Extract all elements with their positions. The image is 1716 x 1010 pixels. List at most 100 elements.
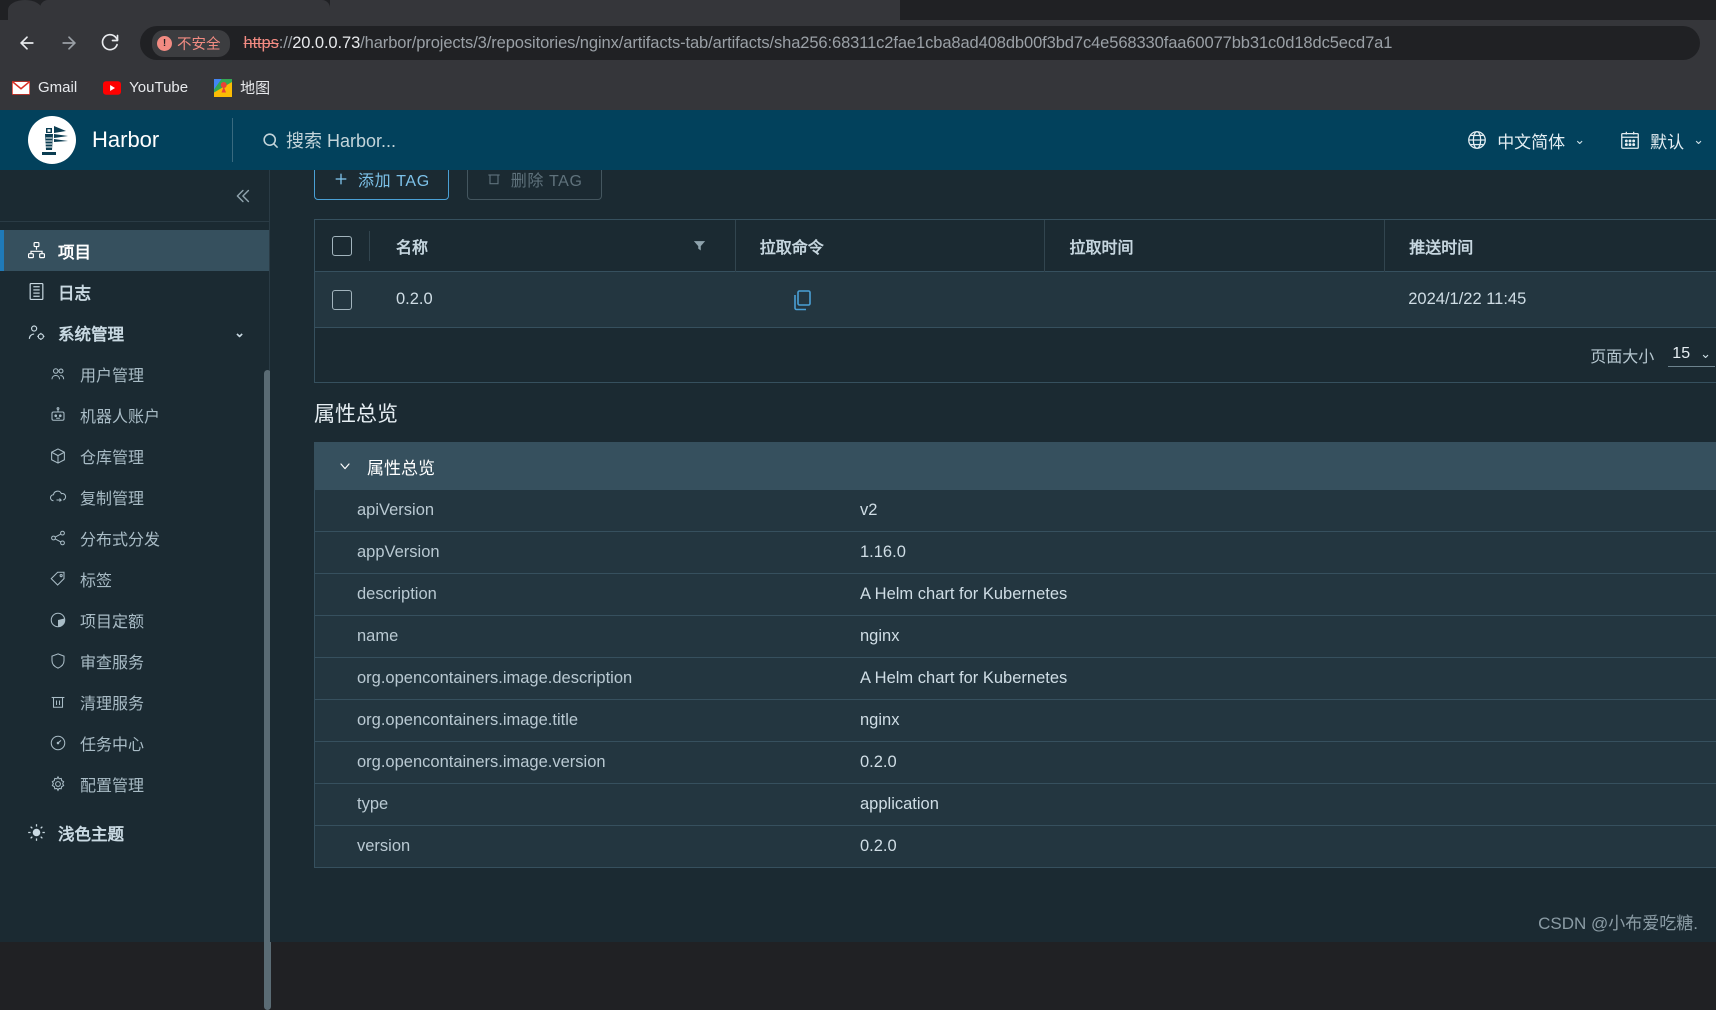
attribute-row: apiVersion v2 [315, 489, 1716, 531]
sidebar-item-job-service-dashboard[interactable]: 任务中心 [0, 722, 269, 763]
page-size-value: 15 [1672, 344, 1691, 362]
attribute-key: org.opencontainers.image.title [357, 711, 579, 729]
sidebar-nav-list: 项目 日志 系统管理 ⌄ 用户管理 机器人账户 仓库管理 复制管理 分布式分发 … [0, 222, 269, 853]
chevron-down-icon: ⌄ [1574, 132, 1586, 147]
back-button[interactable] [12, 28, 42, 58]
sidebar-item-label: 项目定额 [80, 613, 145, 631]
sidebar-item-label: 浅色主题 [58, 825, 124, 844]
sidebar-item-labels[interactable]: 标签 [0, 558, 269, 599]
sidebar-item-label: 系统管理 [58, 325, 124, 344]
plus-icon [333, 171, 349, 187]
reload-button[interactable] [95, 28, 125, 58]
calendar-icon [1619, 129, 1641, 151]
delete-tag-button[interactable]: 删除 TAG [466, 170, 602, 200]
users-icon [48, 364, 68, 384]
attribute-row: org.opencontainers.image.description A H… [315, 657, 1716, 699]
sidebar-item-theme-toggle[interactable]: 浅色主题 [0, 812, 269, 853]
registry-icon [48, 446, 68, 466]
attribute-row: appVersion 1.16.0 [315, 531, 1716, 573]
sidebar-item-garbage-collection[interactable]: 清理服务 [0, 681, 269, 722]
globe-icon [1466, 129, 1488, 151]
attribute-key: org.opencontainers.image.version [357, 753, 606, 771]
gmail-icon [12, 79, 30, 97]
security-status-chip[interactable]: ! 不安全 [152, 29, 230, 57]
browser-tab-active[interactable] [40, 0, 330, 20]
column-header-label: 拉取命令 [759, 239, 824, 257]
row-checkbox-cell [315, 272, 370, 328]
sidebar-item-configuration[interactable]: 配置管理 [0, 763, 269, 804]
forward-button[interactable] [54, 28, 84, 58]
browser-tab-secondary[interactable] [330, 0, 430, 20]
column-header-pull-time[interactable]: 拉取时间 [1044, 219, 1384, 272]
attribute-key: type [357, 795, 389, 813]
url-separator: :// [278, 33, 293, 52]
attribute-value: v2 [860, 501, 878, 519]
sidebar-item-logs[interactable]: 日志 [0, 271, 269, 312]
logs-icon [26, 282, 46, 302]
replication-icon [48, 487, 68, 507]
attribute-value: 1.16.0 [860, 543, 906, 561]
sidebar-item-label: 用户管理 [80, 367, 145, 385]
attribute-value: nginx [860, 627, 900, 645]
select-all-checkbox[interactable] [331, 235, 352, 256]
browser-navigation-bar: ! 不安全 https://20.0.0.73/harbor/projects/… [0, 20, 1716, 65]
admin-icon [26, 323, 46, 343]
bookmark-maps[interactable]: 地图 [214, 77, 270, 98]
attribute-key: version [357, 837, 411, 855]
table-row[interactable]: 0.2.0 2024/1/22 11:45 [315, 272, 1716, 328]
sidebar-item-distribution[interactable]: 分布式分发 [0, 517, 269, 558]
chevron-down-icon: ⌄ [1693, 132, 1704, 147]
sidebar-item-users[interactable]: 用户管理 [0, 353, 269, 394]
row-checkbox[interactable] [332, 289, 353, 310]
attribute-row: description A Helm chart for Kubernetes [315, 573, 1716, 615]
collapse-sidebar-button[interactable] [231, 185, 253, 207]
address-bar[interactable]: ! 不安全 https://20.0.0.73/harbor/projects/… [140, 26, 1700, 60]
sidebar-item-label: 标签 [80, 572, 113, 590]
sidebar-item-project-quotas[interactable]: 项目定额 [0, 599, 269, 640]
robot-icon [48, 405, 68, 425]
bookmark-gmail[interactable]: Gmail [12, 79, 77, 97]
add-tag-button[interactable]: 添加 TAG [314, 170, 449, 200]
sun-icon [26, 823, 46, 843]
attribute-key: org.opencontainers.image.description [357, 669, 633, 687]
language-selector[interactable]: 中文简体 ⌄ [1466, 128, 1585, 153]
label-icon [48, 569, 68, 589]
main-content: 添加 TAG 删除 TAG 名称 拉取命令 拉取时间 推送时间 0.2.0 20… [270, 170, 1716, 942]
add-tag-label: 添加 TAG [358, 173, 430, 190]
sidebar-item-registries[interactable]: 仓库管理 [0, 435, 269, 476]
chevron-down-icon [337, 458, 353, 474]
trash-icon [486, 171, 502, 187]
attribute-value: 0.2.0 [860, 753, 897, 771]
global-search-placeholder: 搜索 Harbor... [286, 131, 397, 151]
brand-title: Harbor [92, 127, 160, 152]
theme-preset-selector[interactable]: 默认 ⌄ [1619, 128, 1704, 153]
bookmark-youtube[interactable]: YouTube [103, 79, 188, 97]
page-size-select[interactable]: 15 ⌄ [1668, 343, 1715, 367]
attribute-value: application [860, 795, 939, 813]
sidebar-item-interrogation-services[interactable]: 审查服务 [0, 640, 269, 681]
chevron-down-icon: ⌄ [234, 324, 245, 340]
brand[interactable]: Harbor [0, 116, 232, 164]
attribute-key: name [357, 627, 399, 645]
tab-strip [0, 0, 1716, 20]
filter-icon[interactable] [692, 238, 707, 253]
youtube-icon [103, 79, 122, 97]
sidebar-item-robot-accounts[interactable]: 机器人账户 [0, 394, 269, 435]
attribute-row: version 0.2.0 [315, 825, 1716, 867]
sidebar-item-administration[interactable]: 系统管理 ⌄ [0, 312, 269, 353]
trash-icon [48, 692, 68, 712]
copy-icon[interactable] [790, 288, 814, 312]
tag-toolbar: 添加 TAG 删除 TAG [314, 170, 602, 200]
column-header-name[interactable]: 名称 [370, 220, 735, 272]
harbor-application: Harbor 搜索 Harbor... 中文简体 ⌄ 默认 ⌄ 项目 日志 系统… [0, 110, 1716, 1010]
global-search-input[interactable]: 搜索 Harbor... [233, 127, 396, 153]
column-header-pull-command[interactable]: 拉取命令 [734, 219, 1045, 272]
security-status-label: 不安全 [177, 36, 221, 53]
sidebar-item-label: 分布式分发 [80, 531, 161, 549]
sidebar-item-replications[interactable]: 复制管理 [0, 476, 269, 517]
sidebar-item-projects[interactable]: 项目 [0, 230, 269, 271]
sidebar-collapse-row [0, 170, 269, 222]
accordion-header[interactable]: 属性总览 [315, 443, 1716, 489]
distribution-icon [48, 528, 68, 548]
column-header-push-time[interactable]: 推送时间 [1384, 219, 1716, 272]
